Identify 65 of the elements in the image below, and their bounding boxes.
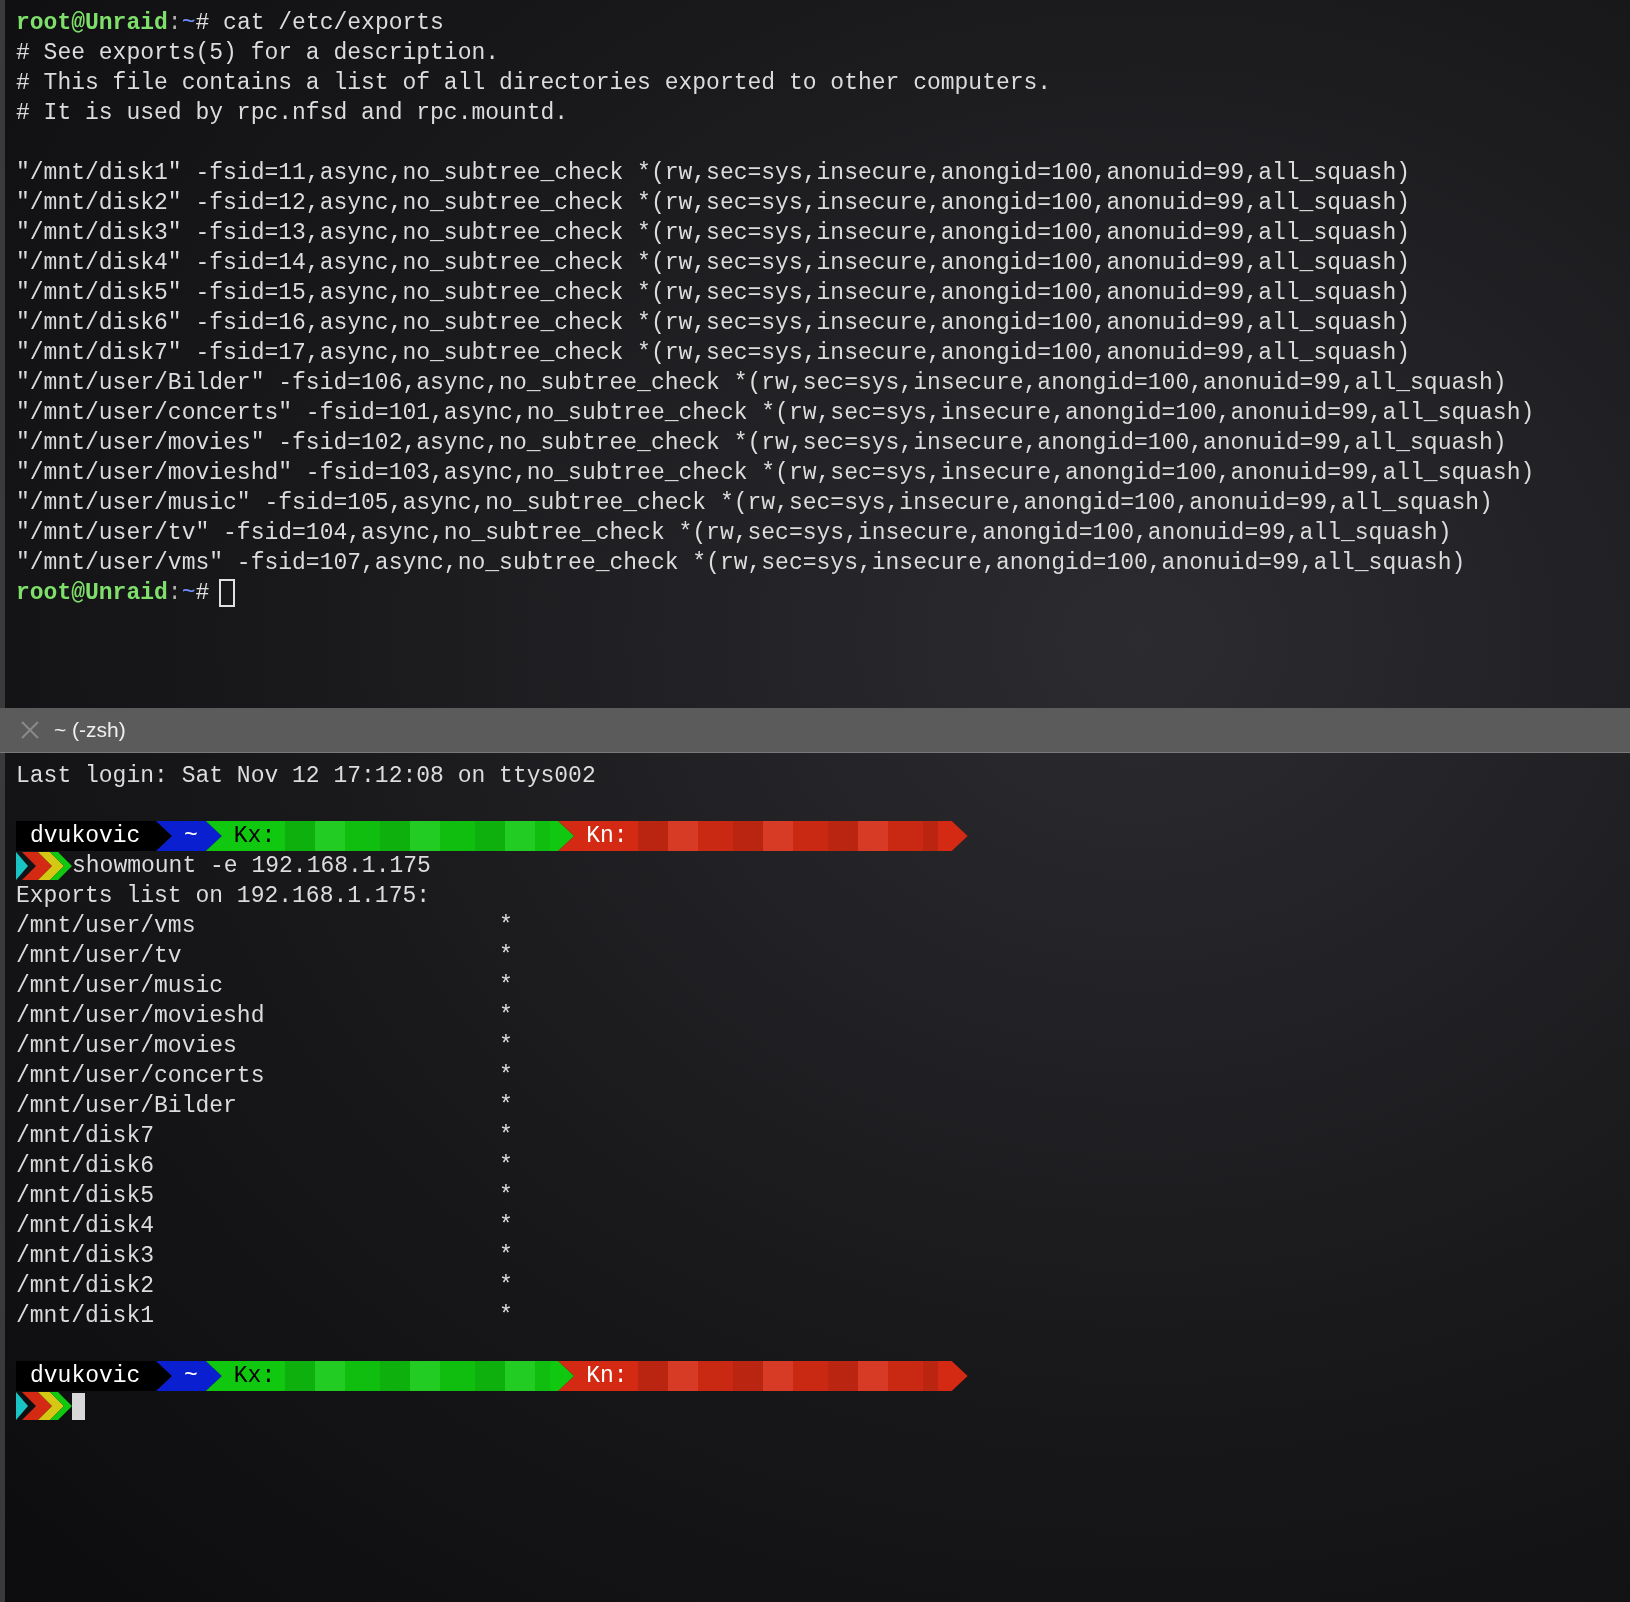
export-clients: * [499, 1302, 513, 1331]
terminal-line: # It is used by rpc.nfsd and rpc.mountd. [16, 99, 569, 128]
prompt-segment: Kx: [205, 821, 575, 851]
export-clients: * [499, 1182, 513, 1211]
export-clients: * [499, 1152, 513, 1181]
prompt-user: root@Unraid [16, 9, 168, 38]
terminal-line: "/mnt/user/movieshd" -fsid=103,async,no_subtree_check *(rw,sec=sys,insecure,anongid=100,anonuid=99,all_squash) [16, 459, 1535, 488]
export-clients: * [499, 972, 513, 1001]
prompt-separator: : [167, 9, 182, 38]
chevrons-icon [16, 852, 72, 880]
terminal-line: "/mnt/disk1" -fsid=11,async,no_subtree_check *(rw,sec=sys,insecure,anongid=100,anonuid=99,all_squash) [16, 159, 1411, 188]
export-clients: * [499, 1122, 513, 1151]
close-icon[interactable] [20, 720, 40, 740]
terminal-line: "/mnt/user/tv" -fsid=104,async,no_subtree_check *(rw,sec=sys,insecure,anongid=100,anonuid=99,all_squash) [16, 519, 1452, 548]
export-path: /mnt/user/Bilder [16, 1092, 238, 1121]
prompt-user: root@Unraid [16, 579, 168, 608]
terminal-line: "/mnt/disk6" -fsid=16,async,no_subtree_check *(rw,sec=sys,insecure,anongid=100,anonuid=99,all_squash) [16, 309, 1411, 338]
export-path: /mnt/disk3 [16, 1242, 156, 1271]
prompt-segment: Kn: [558, 1361, 968, 1391]
terminal-line: "/mnt/user/movies" -fsid=102,async,no_subtree_check *(rw,sec=sys,insecure,anongid=100,anonuid=99,all_squash) [16, 429, 1507, 458]
export-clients: * [499, 1002, 513, 1031]
prompt-segment: Kx: [205, 1361, 575, 1391]
export-path: /mnt/user/movies [16, 1032, 238, 1061]
terminal-line: "/mnt/disk3" -fsid=13,async,no_subtree_check *(rw,sec=sys,insecure,anongid=100,anonuid=99,all_squash) [16, 219, 1411, 248]
export-clients: * [499, 1062, 513, 1091]
export-clients: * [499, 912, 513, 941]
export-clients: * [499, 1092, 513, 1121]
prompt-separator: : [167, 579, 182, 608]
export-path: /mnt/disk4 [16, 1212, 156, 1241]
export-path: /mnt/user/music [16, 972, 225, 1001]
export-path: /mnt/disk2 [16, 1272, 156, 1301]
prompt-path: ~ [181, 9, 196, 38]
export-clients: * [499, 1212, 513, 1241]
terminal-line: "/mnt/disk5" -fsid=15,async,no_subtree_check *(rw,sec=sys,insecure,anongid=100,anonuid=99,all_squash) [16, 279, 1411, 308]
terminal-line: Last login: Sat Nov 12 17:12:08 on ttys002 [16, 762, 596, 791]
command-text: showmount -e 192.168.1.175 [72, 852, 431, 881]
command-text: cat /etc/exports [222, 9, 444, 38]
prompt-symbol: # [195, 9, 210, 38]
terminal-line: # See exports(5) for a description. [16, 39, 500, 68]
terminal-line: "/mnt/disk4" -fsid=14,async,no_subtree_check *(rw,sec=sys,insecure,anongid=100,anonuid=99,all_squash) [16, 249, 1411, 278]
export-path: /mnt/user/movieshd [16, 1002, 266, 1031]
export-path: /mnt/user/concerts [16, 1062, 266, 1091]
terminal-line: "/mnt/user/concerts" -fsid=101,async,no_subtree_check *(rw,sec=sys,insecure,anongid=100,anonuid=99,all_squash) [16, 399, 1535, 428]
terminal-line: "/mnt/user/Bilder" -fsid=106,async,no_subtree_check *(rw,sec=sys,insecure,anongid=100,anonuid=99,all_squash) [16, 369, 1507, 398]
export-clients: * [499, 1272, 513, 1301]
export-clients: * [499, 1032, 513, 1061]
terminal-line: Exports list on 192.168.1.175: [16, 882, 431, 911]
export-clients: * [499, 942, 513, 971]
export-path: /mnt/disk6 [16, 1152, 156, 1181]
terminal-line: # This file contains a list of all directories exported to other computers. [16, 69, 1052, 98]
export-path: /mnt/disk5 [16, 1182, 156, 1211]
export-path: /mnt/user/tv [16, 942, 183, 971]
export-path: /mnt/disk1 [16, 1302, 156, 1331]
prompt-path: ~ [181, 579, 196, 608]
export-clients: * [499, 1242, 513, 1271]
chevrons-icon [16, 1392, 72, 1420]
export-path: /mnt/user/vms [16, 912, 197, 941]
tab-title[interactable]: ~ (-zsh) [54, 718, 126, 742]
export-path: /mnt/disk7 [16, 1122, 156, 1151]
terminal-line: "/mnt/user/vms" -fsid=107,async,no_subtree_check *(rw,sec=sys,insecure,anongid=100,anonuid=99,all_squash) [16, 549, 1466, 578]
terminal-line: "/mnt/disk7" -fsid=17,async,no_subtree_check *(rw,sec=sys,insecure,anongid=100,anonuid=99,all_squash) [16, 339, 1411, 368]
prompt-segment: Kn: [558, 821, 968, 851]
terminal-line: "/mnt/disk2" -fsid=12,async,no_subtree_check *(rw,sec=sys,insecure,anongid=100,anonuid=99,all_squash) [16, 189, 1411, 218]
terminal-line: "/mnt/user/music" -fsid=105,async,no_subtree_check *(rw,sec=sys,insecure,anongid=100,anonuid=99,all_squash) [16, 489, 1493, 518]
prompt-symbol: # [195, 579, 210, 608]
